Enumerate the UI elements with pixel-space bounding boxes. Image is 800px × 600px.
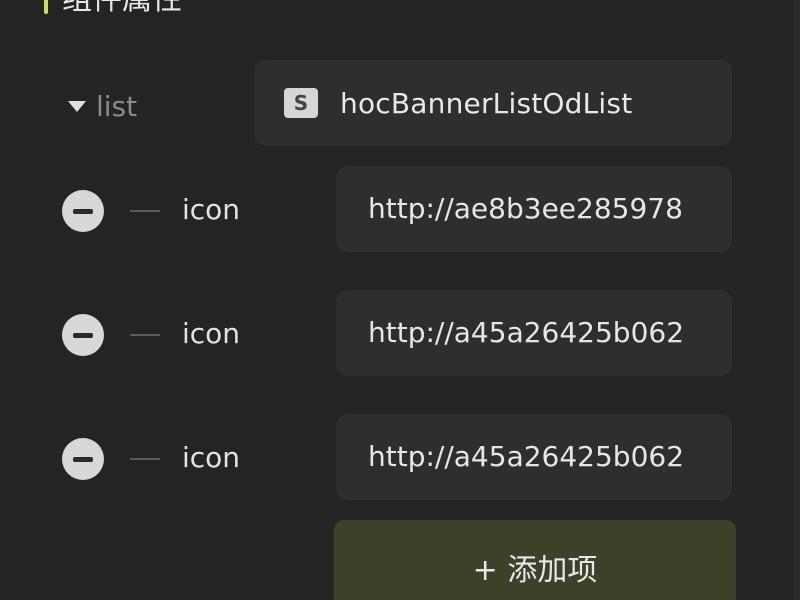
item-url-value: http://a45a26425b062	[368, 316, 685, 349]
caret-down-icon	[68, 100, 86, 112]
minus-icon	[73, 456, 93, 462]
list-value: hocBannerListOdList	[340, 86, 633, 120]
section-header: 组件属性	[44, 0, 182, 18]
list-collapse-toggle[interactable]: list	[68, 89, 138, 123]
item-label: icon	[182, 317, 241, 350]
list-value-field[interactable]: S hocBannerListOdList	[254, 60, 732, 146]
remove-item-button[interactable]	[62, 314, 104, 356]
tree-connector	[130, 210, 160, 212]
property-panel: 组件属性 list S hocBannerListOdList icon htt…	[0, 0, 800, 600]
section-accent-bar	[44, 0, 48, 14]
scrollbar-track[interactable]	[794, 0, 800, 600]
minus-icon	[73, 332, 93, 338]
item-url-value: http://a45a26425b062	[368, 440, 685, 473]
add-item-button[interactable]: + 添加项	[334, 520, 736, 600]
section-title: 组件属性	[62, 0, 182, 15]
item-url-input[interactable]: http://ae8b3ee285978	[336, 166, 732, 252]
tree-connector	[130, 334, 160, 336]
item-url-value: http://ae8b3ee285978	[368, 192, 683, 225]
list-label: list	[96, 89, 138, 123]
remove-item-button[interactable]	[62, 190, 104, 232]
item-url-input[interactable]: http://a45a26425b062	[336, 414, 732, 500]
item-label: icon	[182, 193, 241, 226]
minus-icon	[73, 208, 93, 214]
item-label: icon	[182, 441, 241, 474]
remove-item-button[interactable]	[62, 438, 104, 480]
string-type-icon: S	[284, 88, 318, 118]
tree-connector	[130, 458, 160, 460]
item-url-input[interactable]: http://a45a26425b062	[336, 290, 732, 376]
